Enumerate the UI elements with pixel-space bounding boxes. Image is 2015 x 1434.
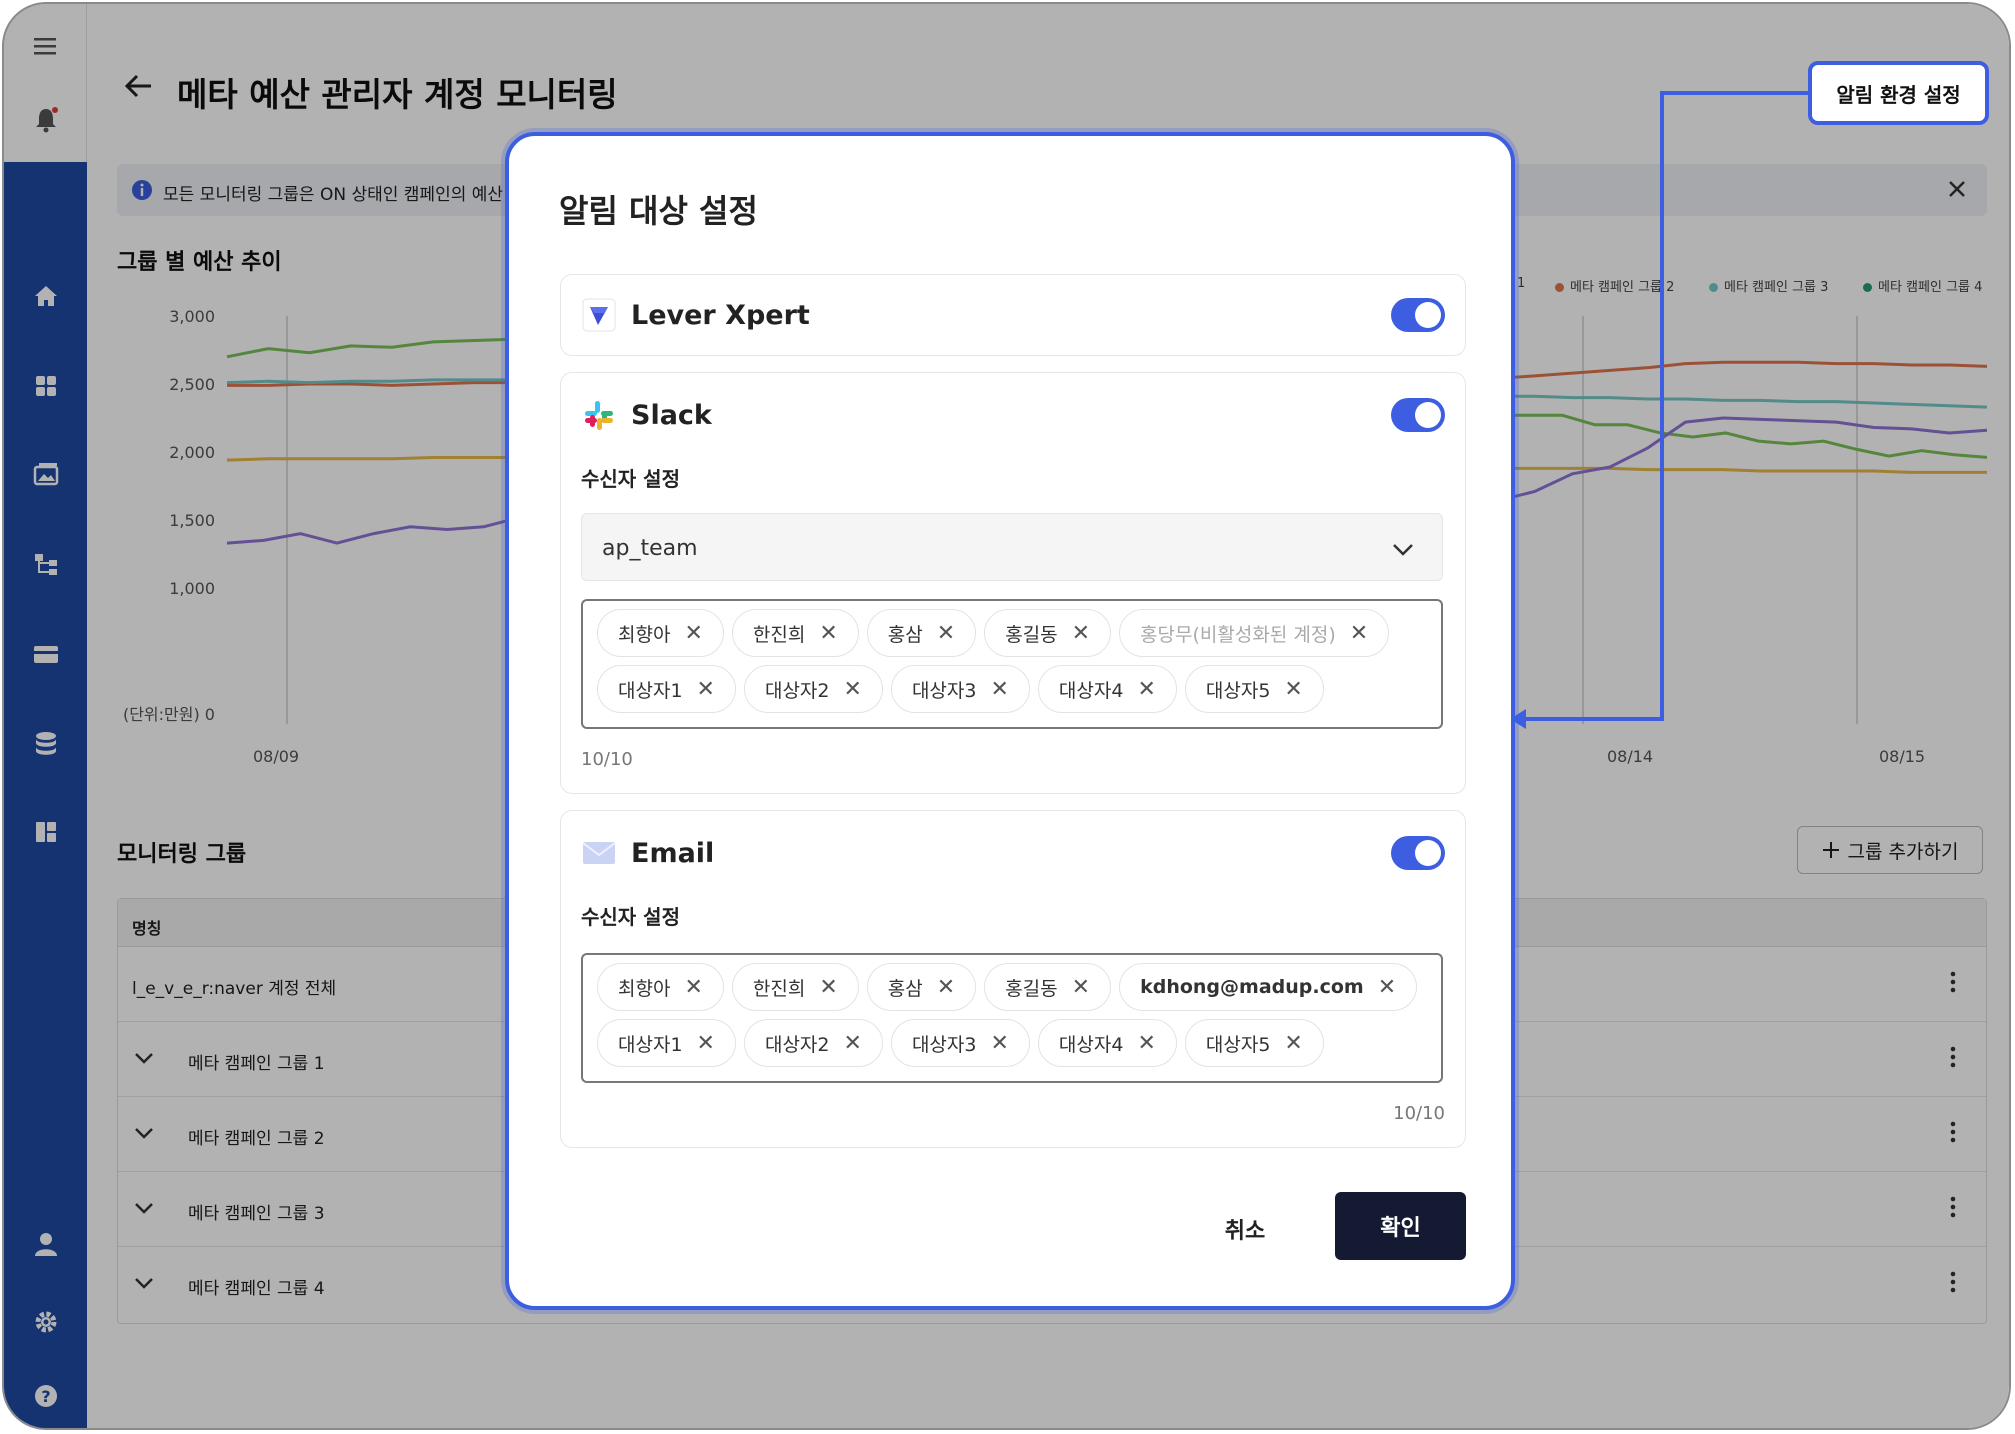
- close-icon[interactable]: ✕: [819, 975, 837, 1000]
- confirm-button[interactable]: 확인: [1335, 1192, 1466, 1260]
- close-icon[interactable]: ✕: [937, 621, 955, 646]
- close-icon[interactable]: ✕: [990, 1031, 1008, 1056]
- modal-title: 알림 대상 설정: [559, 192, 758, 230]
- chip-label: 대상자1: [618, 1033, 683, 1056]
- chevron-down-icon: [1392, 538, 1414, 563]
- close-icon[interactable]: ✕: [684, 975, 702, 1000]
- chip-label: 대상자2: [764, 679, 830, 702]
- recipient-chip: 대상자4 ✕: [1037, 665, 1177, 713]
- email-recipient-box[interactable]: 최향아 ✕ 한진희 ✕ 홍삼 ✕ 홍길동 ✕ kdhong@madup.com ✕ 대상자…: [581, 953, 1443, 1083]
- slack-recipient-box[interactable]: 최향아 ✕ 한진희 ✕ 홍삼 ✕ 홍길동 ✕ 홍당무(비활성화된 계정) ✕ 대상자1 ✕ …: [581, 599, 1443, 729]
- close-icon[interactable]: ✕: [697, 1031, 715, 1056]
- recipient-chip: 최향아 ✕: [597, 609, 724, 657]
- chip-label: 홍삼: [887, 977, 923, 1000]
- recipient-chip: 한진희 ✕: [731, 609, 859, 657]
- slack-recipient-count: 10/10: [581, 749, 633, 770]
- chip-label: 홍길동: [1005, 623, 1058, 646]
- lever-name: Lever Xpert: [631, 299, 810, 331]
- slack-channel-value: ap_team: [602, 536, 698, 561]
- chip-label: 홍길동: [1005, 977, 1058, 1000]
- email-recipient-label: 수신자 설정: [581, 905, 680, 929]
- close-icon[interactable]: ✕: [1378, 975, 1396, 1000]
- chip-label: 대상자5: [1205, 1033, 1271, 1056]
- lever-header: Lever Xpert: [581, 295, 810, 335]
- slack-logo-icon: [581, 397, 617, 433]
- chip-label: 홍당무(비활성화된 계정): [1140, 623, 1336, 646]
- slack-name: Slack: [631, 399, 712, 431]
- close-icon[interactable]: ✕: [1137, 1031, 1155, 1056]
- recipient-chip: 홍길동 ✕: [984, 963, 1112, 1011]
- close-icon[interactable]: ✕: [937, 975, 955, 1000]
- close-icon[interactable]: ✕: [819, 621, 837, 646]
- close-icon[interactable]: ✕: [684, 621, 702, 646]
- email-toggle[interactable]: [1391, 836, 1445, 870]
- recipient-chip: 최향아 ✕: [597, 963, 724, 1011]
- close-icon[interactable]: ✕: [844, 677, 862, 702]
- recipient-chip: 대상자3 ✕: [890, 1019, 1030, 1067]
- slack-toggle[interactable]: [1391, 398, 1445, 432]
- chip-label: 한진희: [752, 623, 806, 646]
- recipient-chip: 대상자2 ✕: [743, 665, 883, 713]
- close-icon[interactable]: ✕: [697, 677, 715, 702]
- close-icon[interactable]: ✕: [1072, 975, 1090, 1000]
- chip-label: kdhong@madup.com: [1140, 976, 1364, 998]
- close-icon[interactable]: ✕: [1072, 621, 1090, 646]
- chip-label: 대상자3: [911, 679, 977, 702]
- close-icon[interactable]: ✕: [1137, 677, 1155, 702]
- lever-toggle[interactable]: [1391, 298, 1445, 332]
- chip-label: 대상자4: [1058, 679, 1124, 702]
- recipient-chip: 홍삼 ✕: [866, 963, 977, 1011]
- close-icon[interactable]: ✕: [844, 1031, 862, 1056]
- chip-label: 대상자2: [764, 1033, 830, 1056]
- recipient-chip: 대상자5 ✕: [1184, 1019, 1324, 1067]
- recipient-chip-email: kdhong@madup.com ✕: [1119, 963, 1418, 1011]
- close-icon[interactable]: ✕: [1350, 621, 1368, 646]
- chip-label: 한진희: [752, 977, 806, 1000]
- recipient-chip: 대상자1 ✕: [597, 1019, 736, 1067]
- recipient-chip: 대상자1 ✕: [597, 665, 736, 713]
- chip-label: 대상자1: [618, 679, 683, 702]
- lever-card: Lever Xpert: [560, 274, 1466, 356]
- recipient-chip: 홍길동 ✕: [984, 609, 1112, 657]
- chip-label: 대상자3: [911, 1033, 977, 1056]
- recipient-chip: 대상자3 ✕: [890, 665, 1030, 713]
- recipient-chip: 대상자4 ✕: [1037, 1019, 1177, 1067]
- callout-connector: [1510, 91, 1810, 729]
- close-icon[interactable]: ✕: [1284, 1031, 1302, 1056]
- cancel-button[interactable]: 취소: [1195, 1196, 1295, 1262]
- recipient-chip-disabled: 홍당무(비활성화된 계정) ✕: [1119, 609, 1390, 657]
- email-name: Email: [631, 837, 715, 869]
- slack-recipient-label: 수신자 설정: [581, 467, 680, 491]
- recipient-chip: 홍삼 ✕: [866, 609, 977, 657]
- chip-label: 최향아: [618, 623, 671, 646]
- email-logo-icon: [581, 835, 617, 871]
- recipient-chip: 대상자5 ✕: [1184, 665, 1324, 713]
- recipient-chip: 대상자2 ✕: [743, 1019, 883, 1067]
- alert-settings-callout[interactable]: 알림 환경 설정: [1808, 61, 1989, 125]
- email-header: Email: [581, 833, 714, 873]
- chip-label: 대상자4: [1058, 1033, 1124, 1056]
- close-icon[interactable]: ✕: [990, 677, 1008, 702]
- alert-target-modal: 알림 대상 설정 Lever Xpert Slack 수신자 설정 ap_tea…: [505, 132, 1515, 1310]
- slack-channel-select[interactable]: ap_team: [581, 513, 1443, 581]
- callout-label: 알림 환경 설정: [1836, 82, 1961, 107]
- email-card: Email 수신자 설정 최향아 ✕ 한진희 ✕ 홍삼 ✕ 홍길동 ✕ kdhong@m…: [560, 810, 1466, 1148]
- chip-label: 최향아: [618, 977, 671, 1000]
- chip-label: 대상자5: [1205, 679, 1271, 702]
- slack-header: Slack: [581, 395, 712, 435]
- close-icon[interactable]: ✕: [1284, 677, 1302, 702]
- email-recipient-count: 10/10: [1393, 1103, 1445, 1124]
- app-frame: ? 메타 예산 관리자 계정 모니터링 모든 모니터링 그룹은 ON 상태인 캠…: [2, 2, 2011, 1430]
- slack-card: Slack 수신자 설정 ap_team 최향아 ✕ 한진희 ✕ 홍삼 ✕ 홍길동 ✕ …: [560, 372, 1466, 794]
- lever-logo-icon: [581, 297, 617, 333]
- recipient-chip: 한진희 ✕: [731, 963, 859, 1011]
- chip-label: 홍삼: [887, 623, 923, 646]
